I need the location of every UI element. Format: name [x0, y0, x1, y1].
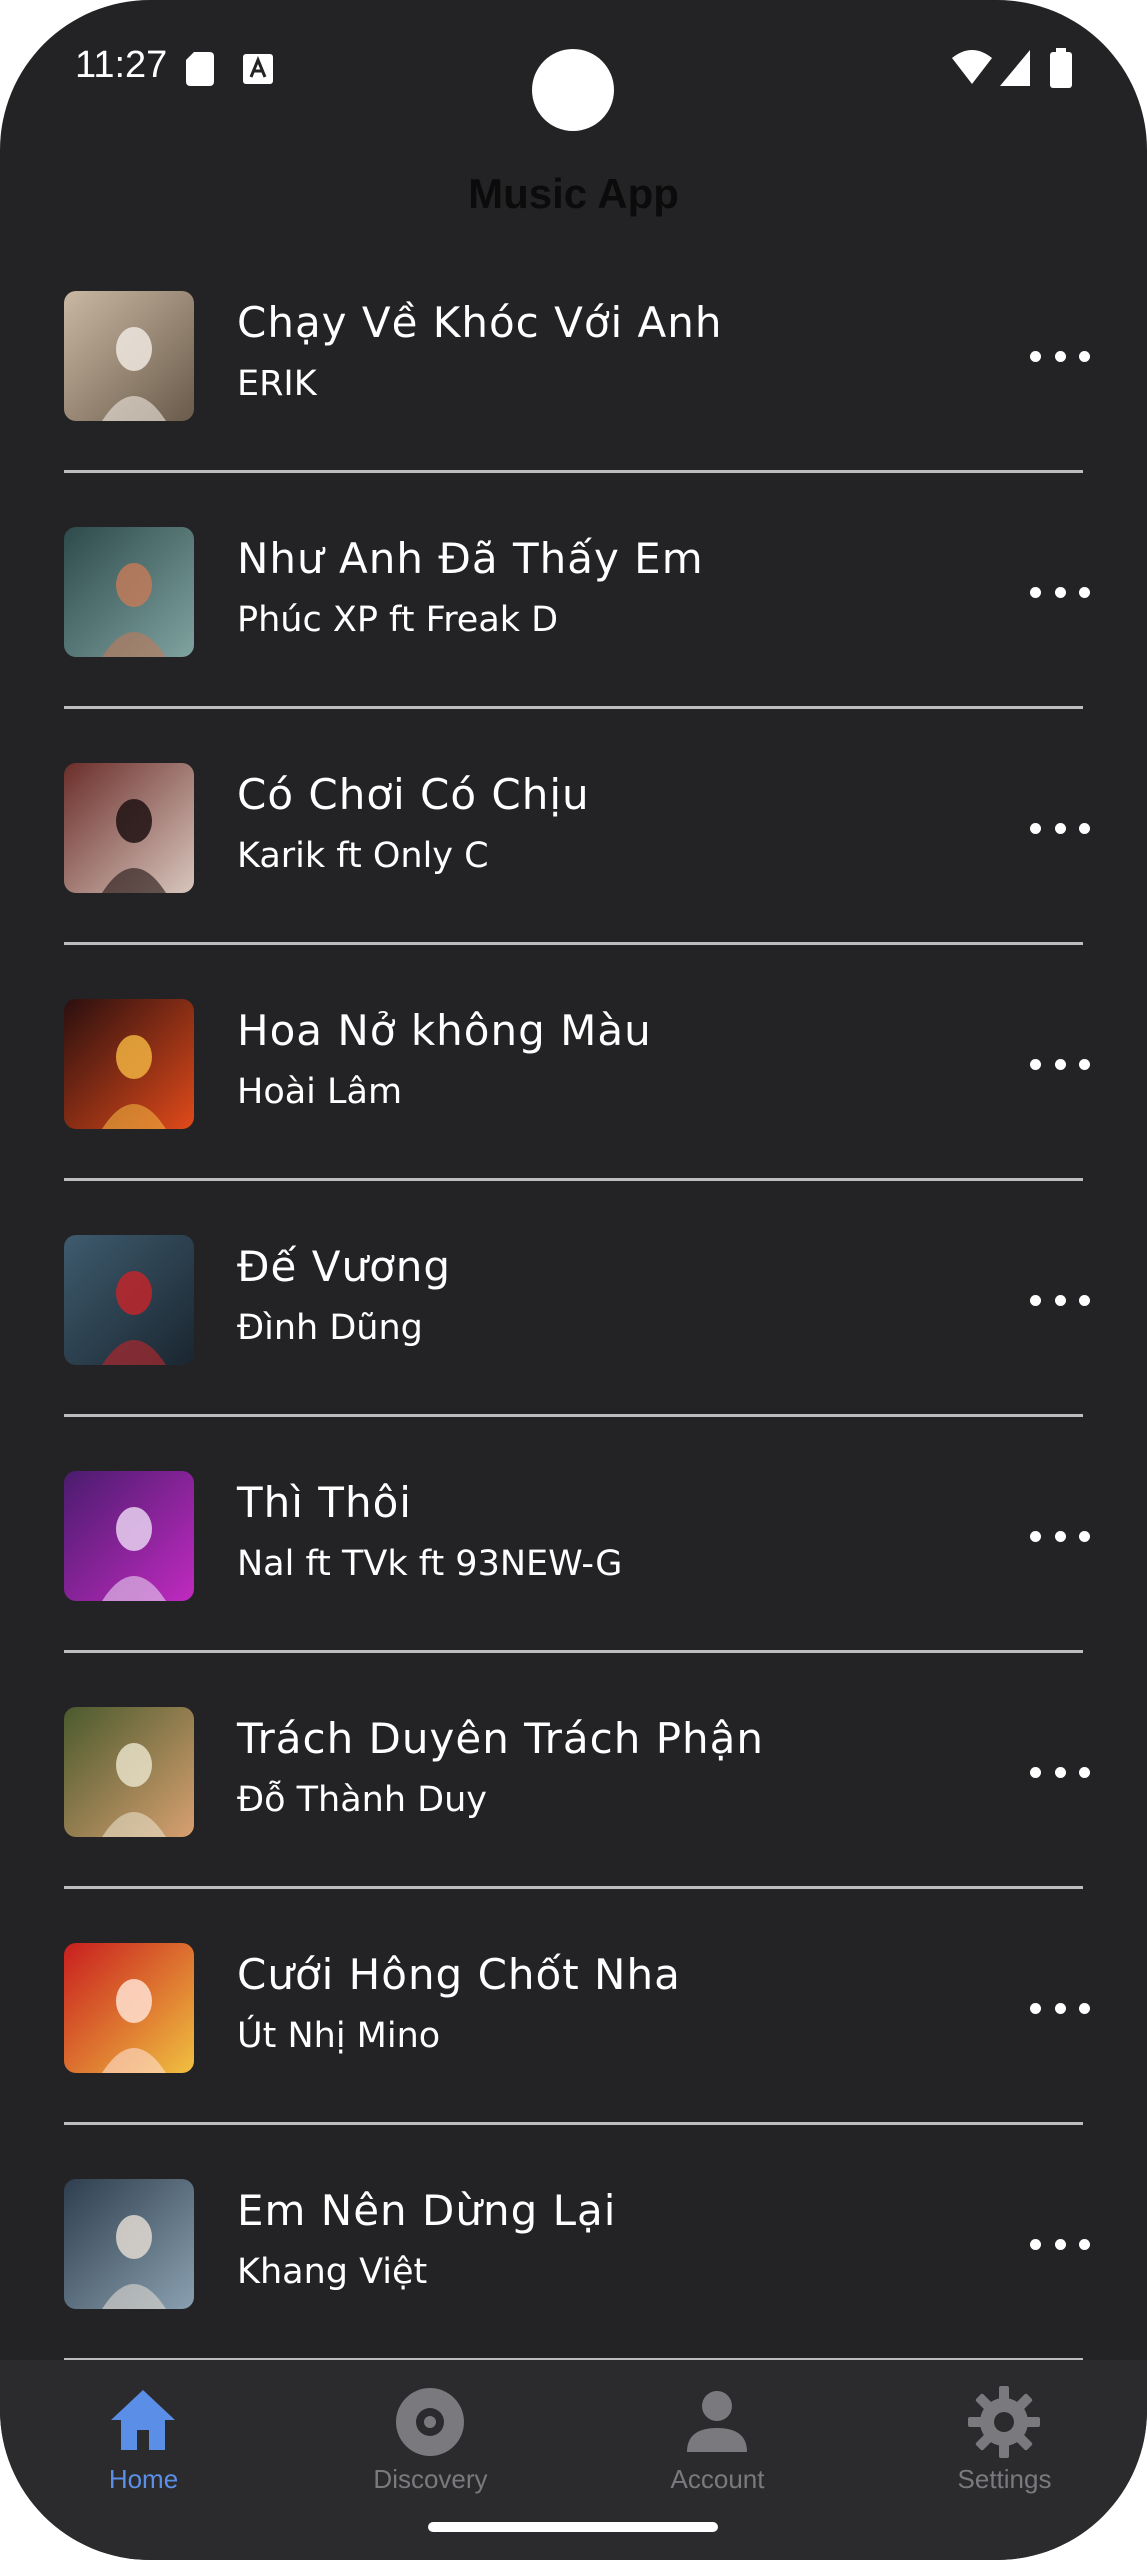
song-row[interactable]: Thì Thôi Nal ft TVk ft 93NEW-G	[0, 1416, 1147, 1653]
status-bar: 11:27	[0, 0, 1147, 140]
album-cover	[64, 2179, 194, 2309]
song-title: Đế Vương	[237, 1242, 452, 1291]
nav-item-home[interactable]: Home	[0, 2360, 287, 2520]
more-options-icon[interactable]	[1030, 572, 1090, 612]
album-cover	[64, 527, 194, 657]
song-title: Em Nên Dừng Lại	[237, 2186, 617, 2235]
song-title: Chạy Về Khóc Với Anh	[237, 298, 723, 347]
song-artist: Nal ft TVk ft 93NEW-G	[237, 1544, 623, 1584]
album-cover	[64, 1235, 194, 1365]
nav-label: Discovery	[373, 2464, 488, 2494]
home-icon	[105, 2384, 181, 2460]
song-title: Trách Duyên Trách Phận	[237, 1714, 765, 1763]
song-artist: Đỗ Thành Duy	[237, 1780, 488, 1820]
song-title: Hoa Nở không Màu	[237, 1006, 652, 1055]
battery-icon	[1050, 48, 1072, 88]
gear-icon	[966, 2384, 1042, 2460]
more-options-icon[interactable]	[1030, 1044, 1090, 1084]
album-cover	[64, 999, 194, 1129]
nav-item-discovery[interactable]: Discovery	[287, 2360, 574, 2520]
sd-card-icon	[186, 52, 214, 86]
phone-screen: 11:27 Music App Chạy Về Khóc Với Anh ERIK…	[0, 0, 1147, 2560]
song-artist: Đình Dũng	[237, 1308, 423, 1348]
song-artist: ERIK	[237, 364, 317, 404]
song-artist: Phúc XP ft Freak D	[237, 600, 559, 640]
album-cover	[64, 1707, 194, 1837]
song-artist: Karik ft Only C	[237, 836, 489, 876]
song-row[interactable]: Đế Vương Đình Dũng	[0, 1180, 1147, 1417]
more-options-icon[interactable]	[1030, 336, 1090, 376]
album-cover	[64, 1471, 194, 1601]
more-options-icon[interactable]	[1030, 1988, 1090, 2028]
song-title: Có Chơi Có Chịu	[237, 770, 590, 819]
song-row[interactable]: Cưới Hông Chốt Nha Út Nhị Mino	[0, 1888, 1147, 2125]
nav-item-settings[interactable]: Settings	[861, 2360, 1147, 2520]
song-title: Thì Thôi	[237, 1478, 412, 1527]
song-title: Cưới Hông Chốt Nha	[237, 1950, 681, 1999]
camera-cutout	[532, 49, 614, 131]
signal-icon	[1000, 50, 1030, 86]
wifi-icon	[952, 50, 992, 84]
more-options-icon[interactable]	[1030, 1752, 1090, 1792]
album-cover	[64, 763, 194, 893]
more-options-icon[interactable]	[1030, 808, 1090, 848]
person-icon	[679, 2384, 755, 2460]
status-time: 11:27	[75, 44, 168, 86]
more-options-icon[interactable]	[1030, 1516, 1090, 1556]
disc-icon	[392, 2384, 468, 2460]
song-row[interactable]: Trách Duyên Trách Phận Đỗ Thành Duy	[0, 1652, 1147, 1889]
app-title: Music App	[468, 170, 679, 217]
song-artist: Hoài Lâm	[237, 1072, 403, 1112]
song-list[interactable]: Chạy Về Khóc Với Anh ERIK Như Anh Đã Thấy …	[0, 236, 1147, 2360]
more-options-icon[interactable]	[1030, 2224, 1090, 2264]
text-a-icon	[243, 54, 273, 84]
more-options-icon[interactable]	[1030, 1280, 1090, 1320]
album-cover	[64, 1943, 194, 2073]
nav-label: Settings	[957, 2464, 1052, 2494]
nav-label: Home	[108, 2464, 179, 2494]
nav-label: Account	[670, 2464, 765, 2494]
song-row[interactable]: Chạy Về Khóc Với Anh ERIK	[0, 236, 1147, 473]
song-row[interactable]: Hoa Nở không Màu Hoài Lâm	[0, 944, 1147, 1181]
song-row[interactable]: Có Chơi Có Chịu Karik ft Only C	[0, 708, 1147, 945]
song-title: Như Anh Đã Thấy Em	[237, 534, 704, 583]
album-cover	[64, 291, 194, 421]
song-artist: Khang Việt	[237, 2252, 428, 2292]
home-indicator[interactable]	[428, 2522, 718, 2532]
song-row[interactable]: Em Nên Dừng Lại Khang Việt	[0, 2124, 1147, 2360]
song-row[interactable]: Như Anh Đã Thấy Em Phúc XP ft Freak D	[0, 472, 1147, 709]
nav-item-account[interactable]: Account	[574, 2360, 861, 2520]
song-artist: Út Nhị Mino	[237, 2016, 441, 2056]
